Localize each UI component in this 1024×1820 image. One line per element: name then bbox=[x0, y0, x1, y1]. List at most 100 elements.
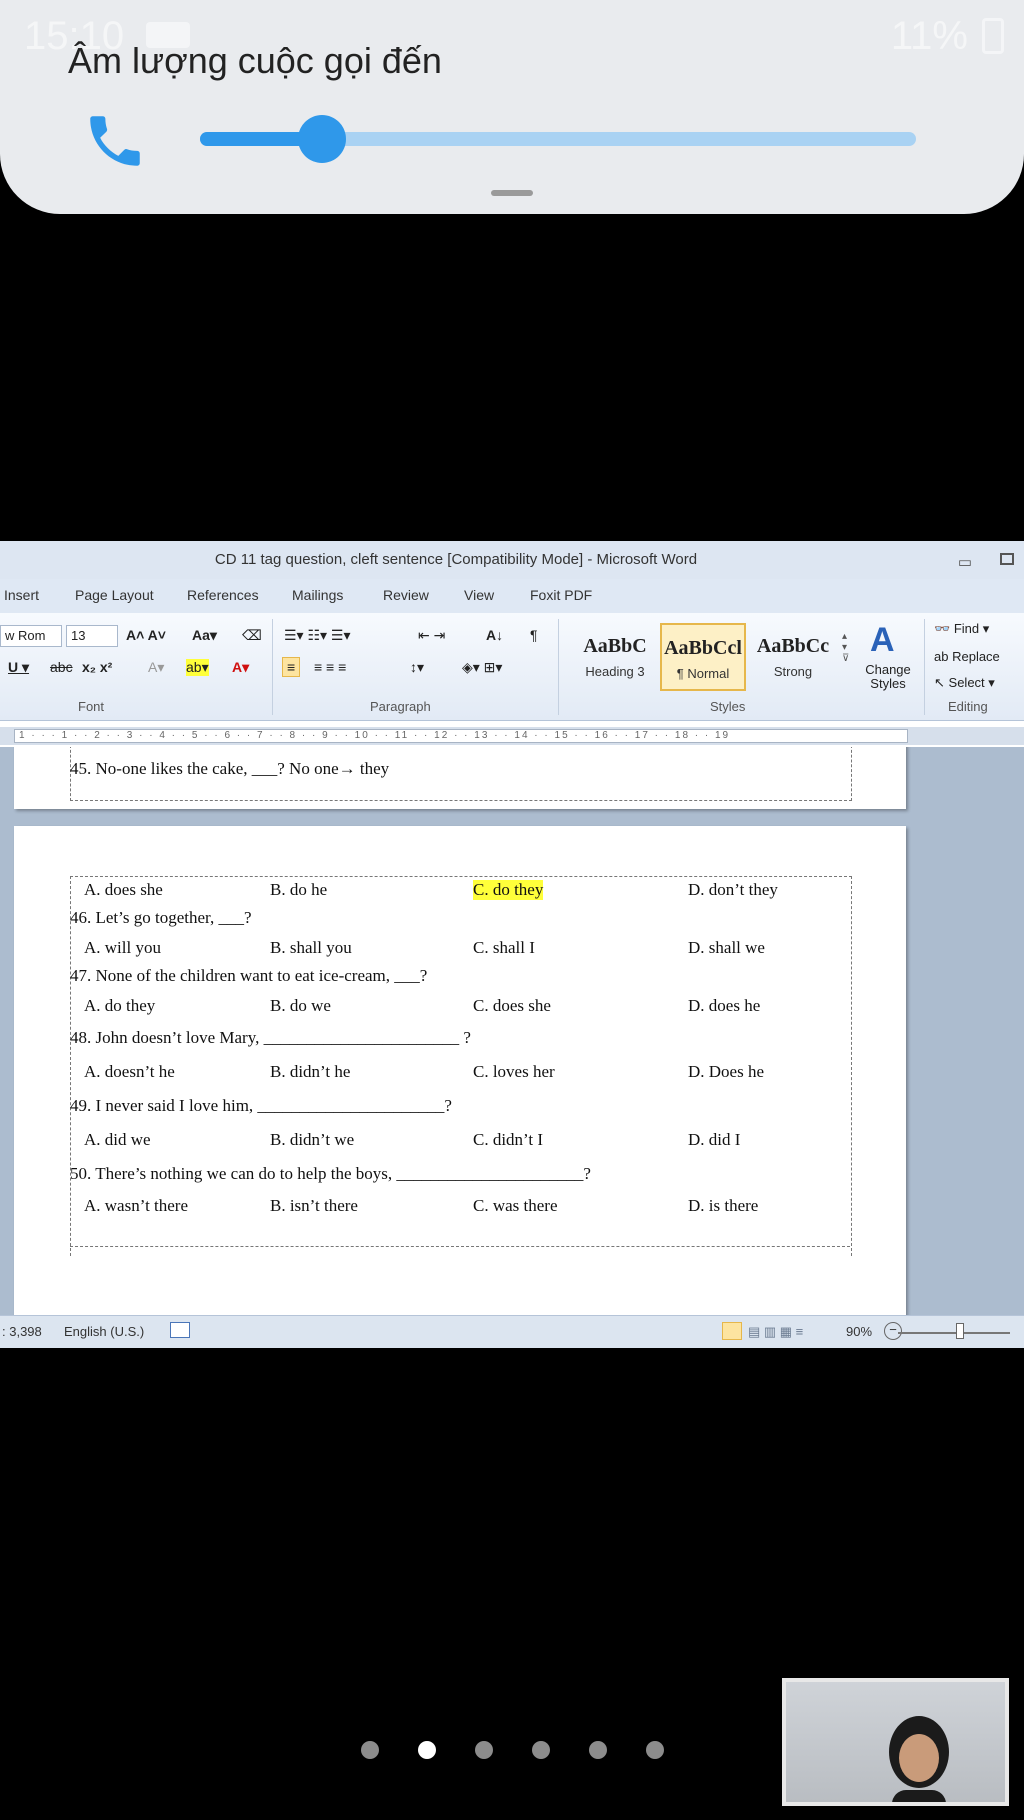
question-50: 50. There’s nothing we can do to help th… bbox=[70, 1164, 591, 1183]
language-indicator[interactable]: English (U.S.) bbox=[64, 1324, 144, 1339]
group-label-editing: Editing bbox=[948, 699, 988, 714]
font-name-combo[interactable]: w Rom bbox=[0, 625, 62, 647]
change-case-icon[interactable]: Aa▾ bbox=[192, 627, 217, 644]
replace-button[interactable]: ab Replace bbox=[934, 649, 1000, 664]
style-name: Heading 3 bbox=[585, 664, 645, 679]
window-title: CD 11 tag question, cleft sentence [Comp… bbox=[214, 551, 698, 568]
question-49: 49. I never said I love him, ___________… bbox=[70, 1096, 452, 1115]
style-strong[interactable]: AaBbCc Strong bbox=[750, 623, 836, 691]
page-indicator-dot[interactable] bbox=[532, 1741, 550, 1759]
page-indicator-dot[interactable] bbox=[361, 1741, 379, 1759]
macro-icon[interactable] bbox=[170, 1322, 190, 1338]
phone-icon bbox=[90, 116, 140, 166]
print-layout-icon[interactable] bbox=[722, 1322, 742, 1340]
bullets-icon[interactable]: ☰▾ ☷▾ ☰▾ bbox=[284, 627, 351, 644]
tab-mailings[interactable]: Mailings bbox=[292, 587, 343, 603]
indent-icon[interactable]: ⇤ ⇥ bbox=[418, 627, 445, 644]
style-sample: AaBbCcl bbox=[664, 637, 742, 659]
strikethrough-icon[interactable]: abc bbox=[50, 659, 73, 675]
zoom-slider-thumb[interactable] bbox=[956, 1323, 964, 1339]
style-name: Strong bbox=[773, 664, 813, 679]
select-button[interactable]: ↖ Select ▾ bbox=[934, 675, 995, 691]
style-heading3[interactable]: AaBbC Heading 3 bbox=[572, 623, 658, 691]
highlight-icon[interactable]: ab▾ bbox=[186, 659, 209, 676]
clear-format-icon[interactable]: ⌫ bbox=[242, 627, 262, 644]
option-c: C. loves her bbox=[473, 1062, 555, 1081]
option-d: D. shall we bbox=[688, 938, 765, 957]
question-46: 46. Let’s go together, ___? bbox=[70, 908, 252, 927]
option-d: D. don’t they bbox=[688, 880, 778, 899]
ribbon: w Rom 13 A˄ A˅ Aa▾ ⌫ U ▾ abc x₂ x² A▾ ab… bbox=[0, 613, 1024, 721]
align-buttons-icon[interactable]: ≡ ≡ ≡ bbox=[314, 659, 346, 675]
font-size-combo[interactable]: 13 bbox=[66, 625, 118, 647]
page-indicator-dot[interactable] bbox=[646, 1741, 664, 1759]
title-bar: CD 11 tag question, cleft sentence [Comp… bbox=[0, 541, 1024, 579]
document-area[interactable]: 45. No-one likes the cake, ___? No one→ … bbox=[0, 747, 1024, 1315]
document-page: 45. No-one likes the cake, ___? No one→ … bbox=[14, 747, 906, 809]
line-spacing-icon[interactable]: ↕▾ bbox=[410, 659, 424, 676]
tab-view[interactable]: View bbox=[464, 587, 494, 603]
ribbon-tabs: Insert Page Layout References Mailings R… bbox=[0, 579, 1024, 613]
style-normal[interactable]: AaBbCcl ¶ Normal bbox=[660, 623, 746, 691]
frame-divider bbox=[70, 1246, 850, 1247]
select-label: Select bbox=[948, 675, 985, 690]
word-count[interactable]: : 3,398 bbox=[2, 1324, 42, 1339]
option-b: B. didn’t we bbox=[270, 1130, 355, 1149]
option-a: A. doesn’t he bbox=[84, 1062, 175, 1081]
page-indicator-dot-active[interactable] bbox=[418, 1741, 436, 1759]
restore-button[interactable] bbox=[1000, 553, 1014, 565]
replace-label: Replace bbox=[952, 649, 1000, 664]
camera-preview[interactable] bbox=[782, 1678, 1009, 1806]
option-c: C. didn’t I bbox=[473, 1130, 544, 1149]
zoom-slider[interactable] bbox=[898, 1332, 1010, 1334]
option-a: A. does she bbox=[84, 880, 163, 899]
tab-foxit-pdf[interactable]: Foxit PDF bbox=[530, 587, 592, 603]
tab-page-layout[interactable]: Page Layout bbox=[75, 587, 154, 603]
option-d: D. is there bbox=[688, 1196, 759, 1215]
sort-icon[interactable]: A↓ bbox=[486, 627, 503, 643]
zoom-out-icon[interactable]: − bbox=[884, 1322, 902, 1340]
volume-slider-thumb[interactable] bbox=[297, 115, 346, 163]
option-b: B. do he bbox=[270, 880, 328, 899]
volume-slider[interactable] bbox=[200, 115, 916, 163]
question-45: 45. No-one likes the cake, ___? No one→ … bbox=[70, 759, 390, 778]
shading-icon[interactable]: ◈▾ ⊞▾ bbox=[462, 659, 502, 676]
style-sample: AaBbC bbox=[583, 635, 647, 657]
option-c-highlighted: C. do they bbox=[473, 880, 544, 900]
show-marks-icon[interactable]: ¶ bbox=[530, 627, 538, 643]
tab-references[interactable]: References bbox=[187, 587, 259, 603]
font-color-icon[interactable]: A▾ bbox=[232, 659, 249, 676]
option-b: B. isn’t there bbox=[270, 1196, 358, 1215]
word-status-bar: : 3,398 English (U.S.) ▤ ▥ ▦ ≡ 90% − bbox=[0, 1315, 1024, 1348]
minimize-button[interactable]: ▭ bbox=[958, 553, 972, 571]
question-47: 47. None of the children want to eat ice… bbox=[70, 966, 428, 985]
underline-icon[interactable]: U ▾ bbox=[8, 659, 29, 676]
grow-font-icon[interactable]: A˄ A˅ bbox=[126, 627, 166, 643]
group-separator bbox=[558, 619, 559, 715]
ruler[interactable]: 1 · · · 1 · · 2 · · 3 · · 4 · · 5 · · 6 … bbox=[0, 727, 1024, 745]
volume-title: Âm lượng cuộc gọi đến bbox=[68, 40, 442, 81]
battery-icon bbox=[982, 18, 1004, 54]
styles-scroll-icon[interactable]: ▴ ▾ ⊽ bbox=[842, 631, 849, 664]
change-styles-button[interactable]: Change Styles bbox=[862, 663, 914, 691]
change-styles-icon[interactable]: A bbox=[870, 621, 895, 660]
panel-handle[interactable] bbox=[491, 190, 533, 196]
align-left-icon[interactable]: ≡ bbox=[282, 657, 301, 677]
document-page: A. does she B. do he C. do they D. don’t… bbox=[14, 826, 906, 1315]
binoculars-icon: 👓 bbox=[934, 621, 951, 636]
ruler-scale: 1 · · · 1 · · 2 · · 3 · · 4 · · 5 · · 6 … bbox=[14, 729, 908, 743]
tab-insert[interactable]: Insert bbox=[4, 587, 39, 603]
option-a: A. do they bbox=[84, 996, 156, 1015]
page-indicator-dot[interactable] bbox=[589, 1741, 607, 1759]
subscript-icon[interactable]: x₂ x² bbox=[82, 659, 112, 675]
view-buttons-icon[interactable]: ▤ ▥ ▦ ≡ bbox=[748, 1324, 803, 1340]
page-indicator-dot[interactable] bbox=[475, 1741, 493, 1759]
text-effects-icon[interactable]: A▾ bbox=[148, 659, 164, 676]
zoom-level[interactable]: 90% bbox=[846, 1324, 872, 1339]
find-label: Find bbox=[953, 621, 980, 636]
tab-review[interactable]: Review bbox=[383, 587, 429, 603]
option-a: A. wasn’t there bbox=[84, 1196, 189, 1215]
find-button[interactable]: 👓 Find ▾ bbox=[934, 621, 989, 637]
option-c: C. shall I bbox=[473, 938, 535, 957]
option-a: A. will you bbox=[84, 938, 161, 957]
